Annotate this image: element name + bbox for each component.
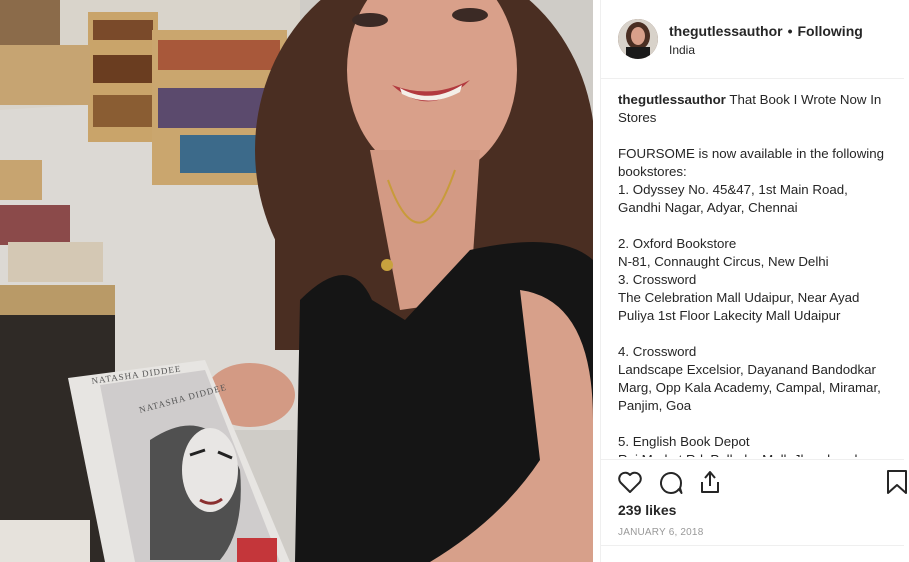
post-header: thegutlessauthor • Following India [601,0,904,79]
caption-text: That Book I Wrote Now In Stores FOURSOME… [618,92,885,457]
divider [601,545,904,546]
likes-count[interactable]: 239 likes [618,502,676,518]
avatar-image [618,19,658,59]
share-icon[interactable] [696,468,724,496]
caption-username-link[interactable]: thegutlessauthor [618,92,726,107]
post-photo[interactable]: NATASHA DIDDEE NATASHA DIDDEE [0,0,593,562]
post-side-panel: thegutlessauthor • Following India thegutl… [600,0,909,562]
post-date: JANUARY 6, 2018 [618,527,704,538]
photo-illustration: NATASHA DIDDEE NATASHA DIDDEE [0,0,593,562]
location-link[interactable]: India [669,43,695,57]
heart-icon[interactable] [616,468,644,496]
separator-dot: • [787,23,793,39]
action-bar: 239 likes JANUARY 6, 2018 [601,459,907,546]
caption: thegutlessauthor That Book I Wrote Now I… [618,91,893,457]
comment-icon[interactable] [657,468,685,496]
following-button[interactable]: Following [797,23,862,39]
avatar[interactable] [618,19,658,59]
username-link[interactable]: thegutlessauthor [669,23,783,39]
bookmark-icon[interactable] [883,468,909,496]
